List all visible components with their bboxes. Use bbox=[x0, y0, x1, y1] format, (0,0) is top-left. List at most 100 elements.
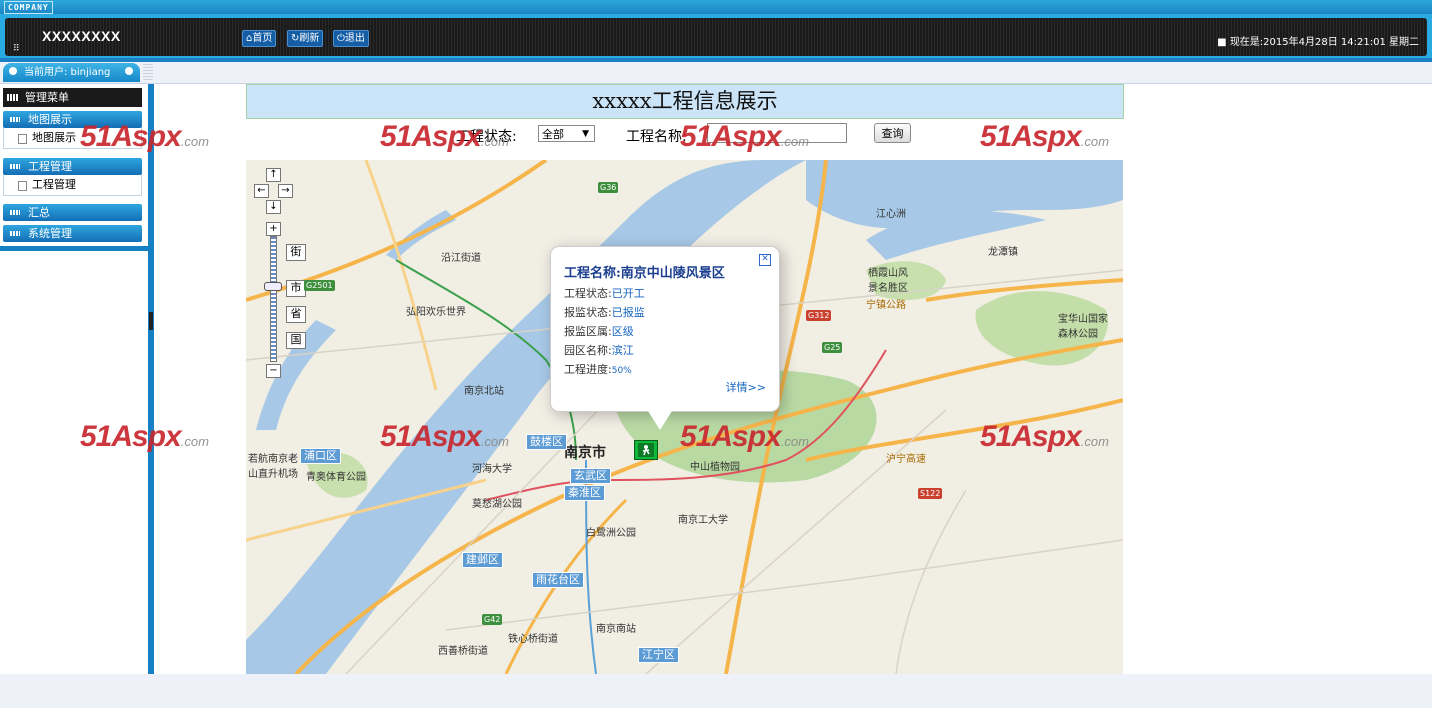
zoom-level-country[interactable]: 国 bbox=[286, 332, 306, 349]
home-button[interactable]: ⌂首页 bbox=[242, 30, 277, 47]
popup-value: 区级 bbox=[611, 325, 634, 338]
pan-down-button[interactable]: ↓ bbox=[266, 200, 281, 214]
district-badge: 鼓楼区 bbox=[526, 434, 567, 450]
status-label: 工程状态: bbox=[456, 129, 517, 145]
road-shield: G36 bbox=[598, 182, 619, 193]
sidebar-item-project-manage[interactable]: 工程管理 bbox=[3, 175, 142, 196]
popup-value: 滨江 bbox=[611, 344, 634, 357]
filter-bar: 工程状态: 全部 ▼ 工程名称: 查询 bbox=[246, 119, 1124, 155]
district-badge: 雨花台区 bbox=[532, 572, 584, 588]
project-marker-icon[interactable] bbox=[634, 440, 658, 460]
map-label: 南京北站 bbox=[464, 386, 504, 397]
zoom-in-button[interactable]: + bbox=[266, 222, 281, 236]
folder-icon bbox=[10, 164, 20, 169]
top-strip: COMPANY bbox=[0, 0, 1432, 14]
clock: ■ 现在是:2015年4月28日 14:21:01 星期二 bbox=[1217, 33, 1419, 48]
sidebar-group-system[interactable]: 系统管理 bbox=[3, 225, 142, 242]
app-dots-icon: ⠿ bbox=[13, 44, 20, 54]
sidebar-group-map[interactable]: 地图展示 bbox=[3, 111, 142, 128]
sidebar-item-label: 地图展示 bbox=[32, 131, 76, 144]
sidebar-group-label: 地图展示 bbox=[28, 113, 72, 126]
map-view[interactable]: ↑ ← → ↓ + 街 市 省 国 − 南京市 江心洲 龙潭镇 沿江街道 弘阳欢… bbox=[246, 160, 1123, 674]
map-label: 弘阳欢乐世界 bbox=[406, 307, 466, 318]
refresh-label: 刷新 bbox=[299, 33, 320, 44]
dropdown-arrow-icon: ▼ bbox=[582, 129, 589, 139]
popup-value: 已报监 bbox=[611, 306, 645, 319]
grid-icon bbox=[7, 94, 18, 101]
popup-value: 已开工 bbox=[611, 287, 645, 300]
home-label: 首页 bbox=[252, 33, 273, 44]
sidebar-group-label: 工程管理 bbox=[28, 160, 72, 173]
sidebar-group-project[interactable]: 工程管理 bbox=[3, 158, 142, 175]
map-label: 沪宁高速 bbox=[886, 454, 926, 465]
status-select[interactable]: 全部 ▼ bbox=[538, 125, 595, 142]
page-title: xxxxx工程信息展示 bbox=[246, 84, 1124, 119]
map-label: 宁镇公路 bbox=[866, 300, 906, 311]
zoom-out-button[interactable]: − bbox=[266, 364, 281, 378]
pan-left-button[interactable]: ← bbox=[254, 184, 269, 198]
map-label: 莫愁湖公园 bbox=[472, 499, 522, 510]
header: XXXXXXXX ⠿ ⌂首页 ↻刷新 ⏻退出 ■ 现在是:2015年4月28日 … bbox=[0, 14, 1432, 58]
popup-detail-link[interactable]: 详情>> bbox=[726, 379, 766, 395]
popup-tail bbox=[646, 408, 674, 430]
popup-title: 工程名称:南京中山陵风景区 bbox=[564, 266, 725, 281]
clock-square-icon: ■ bbox=[1217, 37, 1230, 48]
popup-row: 园区名称:滨江 bbox=[564, 342, 634, 358]
district-badge: 秦淮区 bbox=[564, 485, 605, 501]
map-label: 龙潭镇 bbox=[988, 247, 1018, 258]
zoom-slider[interactable] bbox=[270, 236, 277, 362]
worker-icon bbox=[638, 443, 654, 457]
map-label: 沿江街道 bbox=[441, 253, 481, 264]
popup-value: 50% bbox=[611, 366, 632, 376]
map-label: 南京市 bbox=[564, 445, 606, 461]
name-input[interactable] bbox=[707, 123, 847, 143]
popup-key: 工程进度: bbox=[564, 363, 612, 376]
pin-icon bbox=[125, 67, 133, 75]
sidebar-group-summary[interactable]: 汇总 bbox=[3, 204, 142, 221]
road-shield: S122 bbox=[918, 488, 943, 499]
zoom-level-street[interactable]: 街 bbox=[286, 244, 306, 261]
zoom-thumb[interactable] bbox=[264, 282, 282, 291]
popup-key: 园区名称: bbox=[564, 344, 612, 357]
pan-right-button[interactable]: → bbox=[278, 184, 293, 198]
menu-footer bbox=[0, 246, 148, 251]
popup-close-button[interactable]: ✕ bbox=[759, 254, 771, 266]
popup-row: 工程进度:50% bbox=[564, 361, 632, 377]
map-label: 南京南站 bbox=[596, 624, 636, 635]
folder-icon bbox=[10, 210, 20, 215]
map-base bbox=[246, 160, 1123, 674]
zoom-level-city[interactable]: 市 bbox=[286, 280, 306, 297]
header-bar: XXXXXXXX ⠿ ⌂首页 ↻刷新 ⏻退出 ■ 现在是:2015年4月28日 … bbox=[5, 18, 1427, 56]
map-label: 白鹭洲公园 bbox=[586, 528, 636, 539]
map-label: 中山植物园 bbox=[690, 462, 740, 473]
info-popup: ✕ 工程名称:南京中山陵风景区 工程状态:已开工 报监状态:已报监 报监区属:区… bbox=[550, 246, 780, 412]
road-shield: G2501 bbox=[304, 280, 335, 291]
pan-up-button[interactable]: ↑ bbox=[266, 168, 281, 182]
district-badge: 玄武区 bbox=[570, 468, 611, 484]
sidebar-gripper[interactable] bbox=[143, 64, 153, 80]
district-badge: 浦口区 bbox=[300, 448, 341, 464]
map-label: 江心洲 bbox=[876, 209, 906, 220]
power-icon: ⏻ bbox=[337, 33, 345, 44]
map-label: 栖霞山风景名胜区 bbox=[868, 268, 908, 294]
popup-key: 报监区属: bbox=[564, 325, 612, 338]
refresh-button[interactable]: ↻刷新 bbox=[287, 30, 324, 47]
company-logo: COMPANY bbox=[4, 1, 53, 14]
sidebar-item-label: 工程管理 bbox=[32, 178, 76, 191]
main-content: xxxxx工程信息展示 工程状态: 全部 ▼ 工程名称: 查询 ↑ ← → ↓ … bbox=[154, 84, 1432, 674]
user-row: 当前用户: binjiang bbox=[0, 62, 1432, 84]
map-label: 若航南京老山直升机场 bbox=[248, 454, 298, 480]
query-button[interactable]: 查询 bbox=[874, 123, 911, 143]
folder-icon bbox=[10, 231, 20, 236]
logout-label: 退出 bbox=[344, 33, 365, 44]
popup-row: 报监状态:已报监 bbox=[564, 304, 645, 320]
sidebar-group-label: 汇总 bbox=[28, 206, 50, 219]
user-tab: 当前用户: binjiang bbox=[3, 63, 140, 82]
collapse-handle[interactable] bbox=[149, 312, 153, 330]
page-icon bbox=[18, 134, 27, 144]
road-shield: G25 bbox=[822, 342, 843, 353]
zoom-level-province[interactable]: 省 bbox=[286, 306, 306, 323]
sidebar-item-map-display[interactable]: 地图展示 bbox=[3, 128, 142, 149]
logout-button[interactable]: ⏻退出 bbox=[333, 30, 369, 47]
map-label: 河海大学 bbox=[472, 464, 512, 475]
